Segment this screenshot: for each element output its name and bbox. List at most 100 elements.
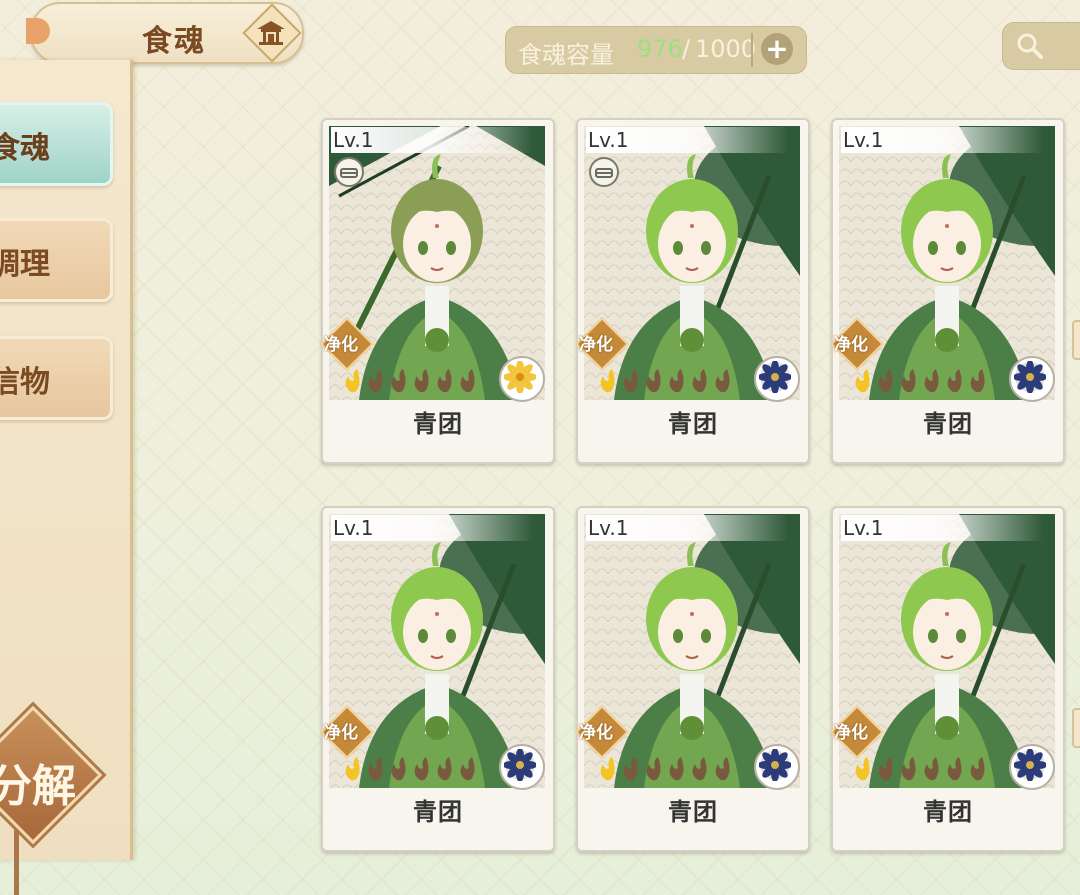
tab-token[interactable]: 信物 (0, 336, 113, 420)
flame-dim-icon (947, 369, 962, 393)
capacity-bar: 食魂容量 976 / 1000 + (505, 26, 807, 74)
flame-dim-icon (437, 369, 452, 393)
level-label: Lv.1 (841, 127, 1043, 153)
purify-label: 净化 (834, 335, 868, 355)
food-soul-card[interactable]: Lv.1 净化 青团 (575, 118, 810, 464)
flame-dim-icon (460, 369, 475, 393)
element-badge (754, 744, 800, 790)
purify-tag: 净化 (575, 317, 629, 371)
flower-blue-icon (504, 749, 536, 781)
banner-pole (14, 830, 19, 895)
purify-tag: 净化 (575, 705, 629, 759)
flame-dim-icon (646, 757, 661, 781)
flame-dim-icon (970, 369, 985, 393)
tab-conditioning[interactable]: 调理 (0, 218, 113, 302)
tab-label: 食魂 (0, 131, 50, 166)
flame-dim-icon (924, 757, 939, 781)
flame-dim-icon (715, 369, 730, 393)
flame-lit-icon (345, 757, 360, 781)
flame-dim-icon (391, 369, 406, 393)
flame-dim-icon (669, 369, 684, 393)
level-label: Lv.1 (586, 127, 788, 153)
page-title: 食魂 (142, 24, 206, 59)
flame-dim-icon (878, 757, 893, 781)
capacity-max: 1000 (695, 35, 757, 63)
character-name: 青团 (413, 798, 463, 826)
decompose-button[interactable]: 分解 (0, 705, 103, 845)
lock-icon[interactable] (588, 156, 620, 188)
flame-dim-icon (623, 757, 638, 781)
food-soul-card[interactable]: Lv.1 净化 青团 (320, 118, 555, 464)
home-button[interactable] (242, 3, 302, 63)
flame-dim-icon (901, 757, 916, 781)
purify-tag: 净化 (320, 317, 374, 371)
element-badge (499, 744, 545, 790)
purify-label: 净化 (324, 335, 358, 355)
flame-dim-icon (623, 369, 638, 393)
back-nub[interactable] (26, 18, 50, 44)
flame-dim-icon (692, 757, 707, 781)
purify-label: 净化 (834, 723, 868, 743)
flame-dim-icon (692, 369, 707, 393)
flame-lit-icon (855, 369, 870, 393)
flame-dim-icon (924, 369, 939, 393)
flame-lit-icon (855, 757, 870, 781)
flower-blue-icon (759, 749, 791, 781)
flower-gold-icon (504, 361, 536, 393)
tab-food-soul[interactable]: 食魂 (0, 102, 113, 186)
purify-tag: 净化 (320, 705, 374, 759)
star-rank (345, 757, 475, 781)
element-badge (1009, 744, 1055, 790)
food-soul-card[interactable]: Lv.1 净化 青团 (320, 506, 555, 852)
purify-label: 净化 (324, 723, 358, 743)
search-button[interactable] (1002, 22, 1080, 70)
flame-dim-icon (715, 757, 730, 781)
element-badge (1009, 356, 1055, 402)
food-soul-card[interactable]: Lv.1 净化 青团 (830, 506, 1065, 852)
next-card-peek[interactable] (1072, 708, 1080, 748)
level-label: Lv.1 (331, 127, 533, 153)
character-name: 青团 (668, 410, 718, 438)
food-soul-card[interactable]: Lv.1 净化 青团 (575, 506, 810, 852)
star-rank (600, 757, 730, 781)
purify-tag: 净化 (830, 317, 884, 371)
star-rank (855, 369, 985, 393)
star-rank (600, 369, 730, 393)
flame-dim-icon (878, 369, 893, 393)
character-name: 青团 (413, 410, 463, 438)
flame-lit-icon (600, 369, 615, 393)
capacity-divider (751, 33, 753, 67)
flame-dim-icon (368, 369, 383, 393)
flame-dim-icon (646, 369, 661, 393)
flame-dim-icon (368, 757, 383, 781)
search-icon (1017, 33, 1043, 59)
flower-blue-icon (1014, 361, 1046, 393)
capacity-current: 976 (637, 35, 683, 63)
purify-label: 净化 (579, 335, 613, 355)
decompose-label: 分解 (0, 761, 76, 812)
element-badge (754, 356, 800, 402)
food-soul-card[interactable]: Lv.1 净化 青团 (830, 118, 1065, 464)
flame-dim-icon (414, 757, 429, 781)
level-label: Lv.1 (841, 515, 1043, 541)
capacity-slash: / (682, 35, 691, 63)
character-name: 青团 (923, 410, 973, 438)
flame-dim-icon (391, 757, 406, 781)
flame-lit-icon (345, 369, 360, 393)
level-label: Lv.1 (331, 515, 533, 541)
star-rank (345, 369, 475, 393)
tab-label: 调理 (0, 247, 50, 282)
flame-dim-icon (414, 369, 429, 393)
level-label: Lv.1 (586, 515, 788, 541)
character-name: 青团 (923, 798, 973, 826)
flame-dim-icon (970, 757, 985, 781)
element-badge (499, 356, 545, 402)
next-card-peek[interactable] (1072, 320, 1080, 360)
lock-icon[interactable] (333, 156, 365, 188)
flame-dim-icon (460, 757, 475, 781)
add-capacity-button[interactable]: + (761, 33, 793, 65)
purify-tag: 净化 (830, 705, 884, 759)
tab-label: 信物 (0, 365, 50, 400)
capacity-label: 食魂容量 (518, 41, 614, 69)
purify-label: 净化 (579, 723, 613, 743)
